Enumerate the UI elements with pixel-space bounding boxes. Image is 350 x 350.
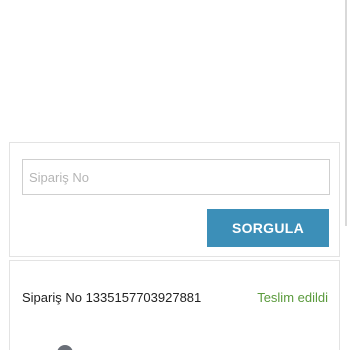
order-number-text: Sipariş No 1335157703927881 [22,290,202,305]
order-result-card: Sipariş No 1335157703927881 Teslim edild… [9,260,340,350]
order-query-card: SORGULA [9,142,340,257]
order-tracking-page: SORGULA Sipariş No 1335157703927881 Tesl… [0,0,350,350]
query-button[interactable]: SORGULA [207,209,329,247]
order-number-input[interactable] [22,159,330,195]
scrollbar[interactable] [345,0,347,226]
order-status-text: Teslim edildi [257,290,328,305]
loading-spinner-icon [57,345,73,350]
